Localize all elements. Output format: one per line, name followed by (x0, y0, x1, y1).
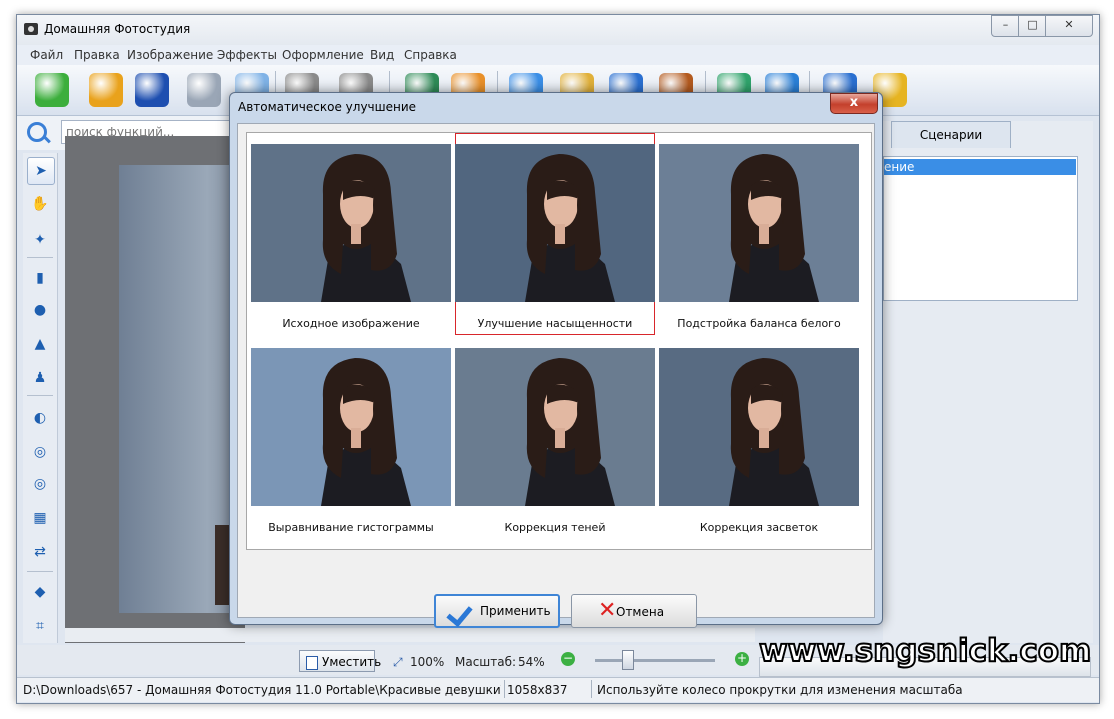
enhance-option[interactable]: Коррекция засветок (659, 337, 859, 537)
enhance-option[interactable]: Выравнивание гистограммы (251, 337, 451, 537)
scale-label: Масштаб: (455, 655, 517, 669)
brush-icon[interactable]: ▮ (27, 265, 53, 291)
enhance-preview-image (251, 348, 451, 506)
search-icon (27, 122, 47, 142)
enhance-preview-image (659, 348, 859, 506)
zoom-out-button[interactable]: − (561, 652, 575, 666)
fit-icon (306, 656, 318, 670)
tools-separator (27, 257, 53, 258)
status-hint: Используйте колесо прокрутки для изменен… (597, 683, 963, 697)
drop-icon[interactable]: ● (27, 297, 53, 323)
contrast-icon[interactable]: ◐ (27, 405, 53, 431)
menu-file[interactable]: Файл (30, 48, 63, 62)
watermark: www.sngsnick.com (758, 632, 1092, 670)
printer-icon[interactable] (187, 73, 221, 107)
scenario-list: ение (883, 156, 1078, 301)
ring-icon[interactable]: ◎ (27, 439, 53, 465)
enhance-option[interactable]: Исходное изображение (251, 133, 451, 333)
tab-scenarios[interactable]: Сценарии (891, 121, 1011, 148)
zoom-100-icon[interactable]: ⤢ (393, 655, 403, 670)
horizontal-scrollbar[interactable] (65, 628, 755, 642)
tools-separator (27, 395, 53, 396)
enhance-option-caption: Коррекция теней (504, 521, 606, 534)
dialog-title: Автоматическое улучшение (238, 100, 417, 114)
enhance-option-caption: Подстройка баланса белого (677, 317, 841, 330)
crop-icon[interactable]: ⌗ (27, 613, 53, 639)
save-disk-icon[interactable] (135, 73, 169, 107)
menu-view[interactable]: Вид (370, 48, 394, 62)
fit-label: Уместить (322, 655, 382, 669)
open-folder-icon[interactable] (35, 73, 69, 107)
enhance-option-caption: Улучшение насыщенности (477, 317, 633, 330)
status-path: D:\Downloads\657 - Домашняя Фотостудия 1… (23, 683, 501, 697)
stamp-icon[interactable]: ♟ (27, 365, 53, 391)
enhance-preview-image (251, 144, 451, 302)
auto-enhance-dialog: Автоматическое улучшение x Исходное изоб… (229, 92, 883, 628)
enhance-option-caption: Выравнивание гистограммы (268, 521, 434, 534)
enhance-option-caption: Коррекция засветок (699, 521, 819, 534)
options-grid: Исходное изображение Улучшение насыщеннос… (246, 132, 872, 550)
enhance-preview-image (659, 144, 859, 302)
window-title: Домашняя Фотостудия (44, 22, 191, 36)
dialog-body: Исходное изображение Улучшение насыщеннос… (237, 123, 875, 628)
cross-icon: ✕ (598, 598, 617, 623)
menu-help[interactable]: Справка (404, 48, 457, 62)
fit-button[interactable]: Уместить (299, 650, 381, 672)
pointer-icon[interactable]: ➤ (27, 157, 55, 185)
eraser-icon[interactable]: ◆ (27, 579, 53, 605)
maximize-button[interactable]: □ (1018, 15, 1047, 37)
hand-icon[interactable]: ✋ (27, 191, 53, 217)
enhance-option[interactable]: Подстройка баланса белого (659, 133, 859, 333)
tools-panel: ➤ ✋ ✦ ▮ ● ▲ ♟ ◐ ◎ ◎ ▦ ⇄ ◆ ⌗ (23, 153, 58, 643)
enhance-option[interactable]: Улучшение насыщенности (455, 133, 655, 335)
zoom-slider[interactable] (595, 659, 715, 662)
swap-colors-icon[interactable]: ⇄ (27, 539, 53, 565)
zoom-100-label[interactable]: 100% (410, 655, 444, 669)
color-bars-icon[interactable]: ▦ (27, 505, 53, 531)
cancel-label: Отмена (616, 605, 665, 619)
enhance-preview-image (455, 348, 655, 506)
title-bar: Домашняя Фотостудия – □ ✕ (17, 15, 1099, 45)
menu-bar: Файл Правка Изображение Эффекты Оформлен… (17, 45, 1099, 65)
status-bar: D:\Downloads\657 - Домашняя Фотостудия 1… (17, 677, 1099, 702)
status-dimensions: 1058x837 (507, 683, 568, 697)
menu-design[interactable]: Оформление (282, 48, 364, 62)
scenario-list-item[interactable]: ение (884, 159, 1076, 175)
bottom-bar: Уместить ⤢ 100% Масштаб: 54% − + www.sng… (17, 632, 1099, 677)
minimize-button[interactable]: – (991, 15, 1020, 37)
apply-button[interactable]: Применить (434, 594, 560, 628)
menu-effects[interactable]: Эффекты (217, 48, 277, 62)
camera-icon (24, 23, 38, 35)
zoom-in-button[interactable]: + (735, 652, 749, 666)
canvas-photo (119, 165, 245, 613)
enhance-option[interactable]: Коррекция теней (455, 337, 655, 537)
zoom-slider-thumb[interactable] (622, 650, 634, 670)
close-button[interactable]: ✕ (1045, 15, 1093, 37)
status-separator (504, 680, 505, 698)
apply-label: Применить (480, 604, 551, 618)
enhance-preview-image (455, 144, 655, 302)
menu-edit[interactable]: Правка (74, 48, 120, 62)
scenario-item-label: ение (884, 160, 915, 174)
ring-icon[interactable]: ◎ (27, 471, 53, 497)
check-icon (446, 599, 473, 628)
status-separator (591, 680, 592, 698)
magic-wand-icon[interactable]: ✦ (27, 227, 53, 253)
enhance-option-caption: Исходное изображение (282, 317, 420, 330)
film-reel-icon[interactable] (89, 73, 123, 107)
cone-icon[interactable]: ▲ (27, 331, 53, 357)
tools-separator (27, 571, 53, 572)
menu-image[interactable]: Изображение (127, 48, 213, 62)
cancel-button[interactable]: ✕ Отмена (571, 594, 697, 628)
scale-value: 54% (518, 655, 545, 669)
dialog-close-button[interactable]: x (830, 93, 878, 114)
